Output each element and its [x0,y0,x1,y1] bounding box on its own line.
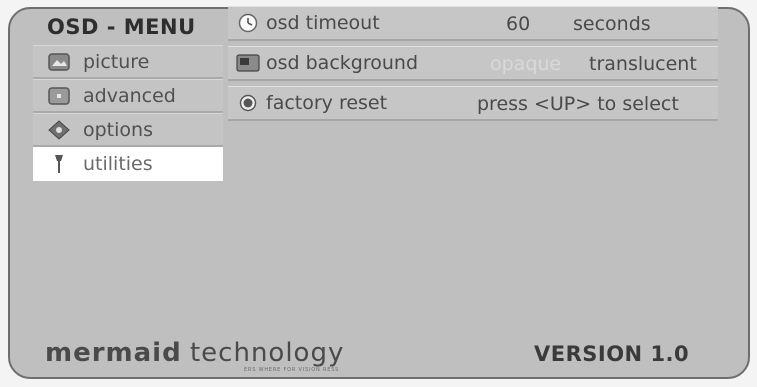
options-icon [47,119,71,140]
sidebar-item-label: advanced [83,84,176,107]
factory-reset-label: factory reset [266,92,388,114]
clock-icon [236,12,260,34]
sidebar-item-utilities[interactable]: utilities [33,147,223,181]
sidebar-item-label: picture [83,50,150,73]
utilities-icon [47,154,71,174]
osd-timeout-label: osd timeout [266,12,380,34]
brand-name-bold: mermaid [45,338,182,368]
factory-reset-hint: press <UP> to select [477,93,679,115]
sidebar-item-options[interactable]: options [33,113,223,147]
advanced-icon [47,86,71,106]
brand-tagline: ERS WHERE FOR VISION RESS [244,367,340,373]
settings-list: osd timeout 60 seconds osd background op… [228,6,718,126]
brand-logo: mermaid technology [45,338,344,368]
menu-title: OSD - MENU [47,15,196,39]
sidebar-item-label: utilities [83,152,153,175]
version-label: VERSION 1.0 [534,342,690,366]
sidebar-item-label: options [83,118,153,141]
osd-timeout-row[interactable]: osd timeout 60 seconds [228,6,718,41]
osd-timeout-value[interactable]: 60 [506,13,530,35]
brand-name-light: technology [189,338,345,368]
sidebar-item-picture[interactable]: picture [33,45,223,79]
osd-timeout-unit: seconds [573,13,651,35]
background-icon [236,52,260,74]
factory-reset-row[interactable]: factory reset press <UP> to select [228,86,718,121]
osd-background-label: osd background [266,52,418,74]
sidebar-item-advanced[interactable]: advanced [33,79,223,113]
option-translucent[interactable]: translucent [589,53,697,75]
sidebar: picture advanced options utilities [33,45,223,181]
reset-icon [236,92,260,114]
picture-icon [47,52,71,72]
osd-background-row[interactable]: osd background opaque translucent [228,46,718,81]
option-opaque[interactable]: opaque [490,53,561,75]
